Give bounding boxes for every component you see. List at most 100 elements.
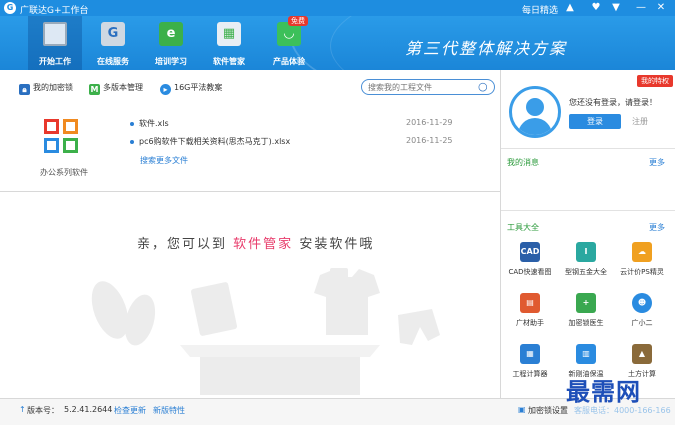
minimize-button[interactable]: — [634, 1, 648, 15]
tool-cloud-price[interactable]: ☁ 云计价PS精灵 [615, 242, 669, 277]
tool-label: 型钢五金大全 [565, 268, 607, 276]
tool-label: 工程计算器 [512, 370, 548, 378]
insulation-icon: ▥ [576, 344, 596, 364]
file-date: 2016-11-25 [406, 136, 453, 145]
tool-cad-viewer[interactable]: CAD CAD快速看图 [503, 242, 557, 277]
divider [501, 148, 675, 149]
search-box[interactable]: ○ [361, 79, 495, 95]
e-learning-icon: e [159, 22, 183, 46]
play-icon: ▸ [160, 84, 171, 95]
office-label: 办公系列软件 [40, 168, 88, 177]
login-hint: 您还没有登录，请登录！ [569, 98, 657, 107]
tool-calculator[interactable]: ▦ 工程计算器 [503, 344, 557, 379]
file-row[interactable]: pc6购软件下载相关资料(思杰马克丁).xlsx 2016-11-25 [130, 136, 460, 148]
nav-start-work[interactable]: 开始工作 [28, 16, 82, 70]
more-files-link[interactable]: 搜索更多文件 [140, 155, 188, 166]
tools-title: 工具大全 [507, 223, 539, 232]
avatar[interactable] [509, 86, 561, 138]
empty-box-illustration [91, 268, 440, 395]
earthwork-icon: ▲ [632, 344, 652, 364]
free-textbook-label: 16G平法教案 [174, 83, 223, 92]
register-link[interactable]: 注册 [632, 116, 648, 127]
skin-icon[interactable]: ♥ [589, 1, 603, 15]
tool-steel-hardware[interactable]: I 型钢五金大全 [559, 242, 613, 277]
nav-label: 培训学习 [155, 57, 187, 66]
sub-toolbar: 🔒︎我的加密锁 M多版本管理 ▸16G平法教案 ○ [0, 74, 500, 102]
bullet-icon [130, 140, 134, 144]
monitor-icon [43, 22, 67, 46]
material-icon: ▤ [520, 293, 540, 313]
search-input[interactable] [368, 81, 468, 93]
right-panel: 我的特权 您还没有登录，请登录！ 登录 注册 我的消息 更多 工具大全 更多 C… [501, 70, 675, 398]
window-title: 广联达G+工作台 [20, 6, 89, 16]
avatar-body [518, 118, 552, 135]
g-service-icon: G [101, 22, 125, 46]
file-row[interactable]: 软件.xls 2016-11-29 [130, 118, 460, 130]
multi-version-label: 多版本管理 [103, 83, 143, 92]
office-logo-icon [44, 119, 80, 155]
lock-settings-link[interactable]: 加密锁设置 [528, 405, 568, 416]
tools-more-link[interactable]: 更多 [649, 222, 665, 233]
bell-icon[interactable]: ▲ [563, 1, 577, 15]
lock-settings-icon: ▣ [518, 405, 526, 414]
tool-label: 广小二 [631, 319, 653, 327]
tool-label: 云计价PS精灵 [620, 268, 664, 276]
calculator-icon: ▦ [520, 344, 540, 364]
cad-icon: CAD [520, 242, 540, 262]
free-textbook-link[interactable]: ▸ 16G平法教案 [160, 82, 222, 96]
tool-lock-doctor[interactable]: + 加密锁医生 [559, 293, 613, 328]
file-name[interactable]: 软件.xls [139, 118, 169, 129]
cloud-price-icon: ☁ [632, 242, 652, 262]
my-lock-link[interactable]: 🔒︎ 我的加密锁 [19, 82, 73, 96]
avatar-head [526, 98, 544, 116]
app-logo-icon: G [4, 2, 16, 14]
divider [501, 210, 675, 211]
assistant-icon: ☻ [632, 293, 652, 313]
my-lock-label: 我的加密锁 [33, 83, 73, 92]
promo-highlight-link[interactable]: 软件管家 [233, 237, 293, 252]
my-privilege-tag[interactable]: 我的特权 [637, 75, 673, 87]
tool-label: 加密锁医生 [568, 319, 604, 327]
nav-software-manager[interactable]: ▦ 软件管家 [202, 16, 256, 70]
lock-icon: 🔒︎ [19, 84, 30, 95]
office-software-tile[interactable]: 办公系列软件 [34, 119, 94, 179]
title-bar: G 广联达G+工作台 每日精选 ▲ ♥ ▼ — ✕ [0, 0, 675, 16]
main-nav: 开始工作 G 在线服务 e 培训学习 ▦ 软件管家 ◡ 产品体验 免费 第三代整… [0, 16, 675, 70]
tool-assistant[interactable]: ☻ 广小二 [615, 293, 669, 328]
nav-label: 软件管家 [213, 57, 245, 66]
version-label: 版本号： [27, 406, 59, 415]
daily-pick-link[interactable]: 每日精选 [522, 3, 558, 16]
file-date: 2016-11-29 [406, 118, 453, 127]
divider [0, 191, 500, 192]
nav-label: 开始工作 [39, 57, 71, 66]
watermark: 最需网 [566, 377, 641, 406]
up-arrow-icon: ↑ [19, 405, 26, 414]
tool-label: CAD快速看图 [508, 268, 552, 276]
tool-material-assistant[interactable]: ▤ 广材助手 [503, 293, 557, 328]
promo-post: 安装软件哦 [299, 237, 375, 252]
nav-online-service[interactable]: G 在线服务 [86, 16, 140, 70]
promo-pre: 亲，您可以到 [137, 237, 228, 252]
multi-version-link[interactable]: M 多版本管理 [89, 82, 143, 96]
tool-label: 广材助手 [516, 319, 544, 327]
bullet-icon [130, 122, 134, 126]
menu-icon[interactable]: ▼ [609, 1, 623, 15]
close-button[interactable]: ✕ [654, 1, 668, 15]
m-version-icon: M [89, 84, 100, 95]
slogan-text: 第三代整体解决方案 [405, 39, 568, 58]
login-button[interactable]: 登录 [569, 114, 621, 129]
search-icon[interactable]: ○ [478, 81, 490, 93]
nav-label: 在线服务 [97, 57, 129, 66]
file-name[interactable]: pc6购软件下载相关资料(思杰马克丁).xlsx [139, 136, 290, 147]
steel-icon: I [576, 242, 596, 262]
free-badge: 免费 [288, 16, 308, 26]
lock-doctor-icon: + [576, 293, 596, 313]
version-number: 5.2.41.2644 [64, 405, 113, 414]
nav-label: 产品体验 [273, 57, 305, 66]
new-features-link[interactable]: 新版特性 [153, 405, 185, 416]
messages-more-link[interactable]: 更多 [649, 157, 665, 168]
check-update-link[interactable]: 检查更新 [114, 405, 146, 416]
nav-training[interactable]: e 培训学习 [144, 16, 198, 70]
software-manager-icon: ▦ [217, 22, 241, 46]
promo-message: 亲，您可以到 软件管家 安装软件哦 [137, 233, 374, 252]
